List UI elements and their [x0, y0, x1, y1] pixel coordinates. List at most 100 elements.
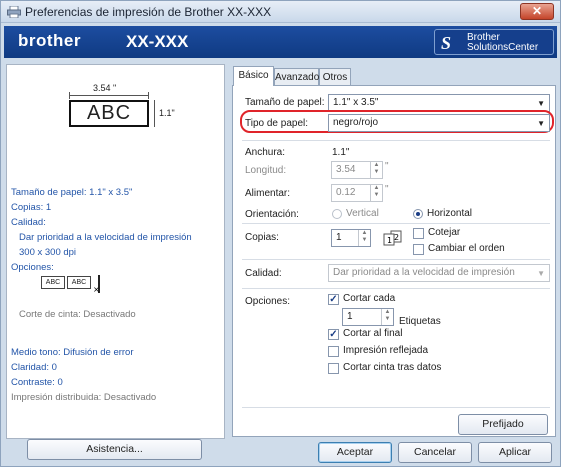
tab-basico[interactable]: Básico — [233, 66, 274, 86]
spin-arrows-icon: ▲ ▼ — [381, 309, 393, 325]
separator — [242, 288, 550, 289]
apply-button[interactable]: Aplicar — [478, 442, 552, 463]
paper-type-label: Tipo de papel: — [245, 118, 309, 129]
preview-width-dimension: 3.54 " — [93, 83, 117, 93]
summary-distributed: Impresión distribuida: Desactivado — [11, 392, 157, 403]
check-icon: ✓ — [329, 329, 338, 340]
orientation-horizontal-radio[interactable] — [413, 209, 423, 219]
brand-logo: brother — [18, 31, 81, 50]
paper-size-value: 1.1" x 3.5" — [333, 97, 379, 108]
printer-icon — [7, 6, 21, 18]
separator — [242, 407, 550, 408]
tab-otros[interactable]: Otros — [319, 68, 351, 86]
cut-every-value: 1 — [347, 311, 353, 322]
brother-banner: brother XX-XXX S Brother SolutionsCenter — [4, 26, 557, 58]
reverse-order-checkbox[interactable] — [413, 244, 424, 255]
copies-label: Copias: — [245, 232, 279, 243]
summary-quality-heading: Calidad: — [11, 217, 46, 228]
print-preferences-window: Preferencias de impresión de Brother XX-… — [0, 0, 561, 467]
separator — [242, 140, 550, 141]
cancel-button[interactable]: Cancelar — [398, 442, 472, 463]
preview-height-line — [154, 100, 155, 127]
cut-tape-after-data-label: Cortar cinta tras datos — [343, 362, 442, 373]
feed-unit: " — [385, 184, 389, 195]
ok-button[interactable]: Aceptar — [318, 442, 392, 463]
collate-pages-icon: 2 1 — [383, 230, 402, 246]
feed-spinner[interactable]: 0.12 ▲ ▼ — [331, 184, 383, 202]
summary-halftone: Medio tono: Difusión de error — [11, 347, 134, 358]
cut-every-spinner[interactable]: 1 ▲ ▼ — [342, 308, 394, 326]
summary-resolution: 300 x 300 dpi — [19, 247, 77, 258]
separator — [242, 223, 550, 224]
reverse-order-label: Cambiar el orden — [428, 243, 505, 254]
quality-select[interactable]: Dar prioridad a la velocidad de impresió… — [328, 264, 550, 282]
collate-checkbox[interactable] — [413, 228, 424, 239]
dropdown-arrow-icon: ▼ — [537, 269, 545, 278]
collate-label: Cotejar — [428, 227, 461, 238]
tab-avanzado[interactable]: Avanzado — [274, 68, 319, 86]
width-label: Anchura: — [245, 147, 286, 158]
copies-value: 1 — [336, 232, 342, 243]
mini-label-left: ABC — [41, 276, 65, 289]
mini-label-right: ABC — [67, 276, 91, 289]
spin-arrows-icon: ▲ ▼ — [358, 230, 370, 246]
orientation-vertical-radio[interactable] — [332, 209, 342, 219]
quality-value: Dar prioridad a la velocidad de impresió… — [333, 267, 515, 278]
summary-options-heading: Opciones: — [11, 262, 54, 273]
scissors-cut-icon: × — [93, 275, 100, 293]
paper-type-value: negro/rojo — [333, 117, 379, 128]
length-spinner[interactable]: 3.54 ▲ ▼ — [331, 161, 383, 179]
orientation-horizontal-label: Horizontal — [427, 208, 473, 219]
spin-arrows-icon: ▲ ▼ — [370, 185, 382, 201]
cut-every-label: Cortar cada — [343, 293, 396, 304]
close-icon[interactable]: ✕ — [520, 3, 554, 20]
dropdown-arrow-icon: ▼ — [537, 119, 545, 128]
solutions-center-line2: SolutionsCenter — [467, 42, 539, 53]
label-preview: ABC — [69, 100, 149, 127]
orientation-vertical-label: Vertical — [346, 208, 379, 219]
cut-tape-after-data-checkbox[interactable] — [328, 363, 339, 374]
svg-text:×: × — [93, 285, 100, 293]
title-bar: Preferencias de impresión de Brother XX-… — [1, 1, 560, 23]
quality-label: Calidad: — [245, 268, 282, 279]
check-icon: ✓ — [329, 294, 338, 305]
assistance-button[interactable]: Asistencia... — [27, 439, 202, 460]
solutions-center-logo: S — [441, 33, 452, 53]
model-name: XX-XXX — [126, 32, 189, 51]
preview-width-line — [69, 92, 149, 99]
solutions-center-button[interactable]: S Brother SolutionsCenter — [434, 29, 554, 55]
preview-height-dimension: 1.1" — [159, 108, 175, 118]
feed-value: 0.12 — [336, 187, 356, 198]
summary-quality-value: Dar prioridad a la velocidad de impresió… — [19, 232, 192, 243]
length-unit: " — [385, 161, 389, 172]
mirror-print-checkbox[interactable] — [328, 346, 339, 357]
svg-text:1: 1 — [387, 236, 392, 245]
summary-tape-cut: Corte de cinta: Desactivado — [19, 309, 136, 320]
basic-settings-panel — [232, 85, 556, 437]
summary-contrast: Contraste: 0 — [11, 377, 63, 388]
labels-unit-label: Etiquetas — [399, 316, 441, 327]
feed-label: Alimentar: — [245, 188, 291, 199]
spin-arrows-icon: ▲ ▼ — [370, 162, 382, 178]
default-settings-button[interactable]: Prefijado — [458, 414, 548, 435]
settings-summary-panel: 3.54 " ABC 1.1" Tamaño de papel: 1.1" x … — [6, 64, 225, 439]
width-value: 1.1" — [332, 147, 350, 158]
summary-brightness: Claridad: 0 — [11, 362, 57, 373]
orientation-label: Orientación: — [245, 209, 299, 220]
mirror-print-label: Impresión reflejada — [343, 345, 429, 356]
copies-spinner[interactable]: 1 ▲ ▼ — [331, 229, 371, 247]
summary-copies: Copias: 1 — [11, 202, 52, 213]
cut-at-end-label: Cortar al final — [343, 328, 403, 339]
cut-options-icon: ABC ABC × — [41, 275, 103, 293]
cut-at-end-checkbox[interactable]: ✓ — [328, 329, 339, 340]
summary-paper-size: Tamaño de papel: 1.1" x 3.5" — [11, 187, 133, 198]
cut-every-checkbox[interactable]: ✓ — [328, 294, 339, 305]
length-label: Longitud: — [245, 165, 287, 176]
svg-text:2: 2 — [394, 233, 399, 242]
length-value: 3.54 — [336, 164, 356, 175]
separator — [242, 259, 550, 260]
window-title: Preferencias de impresión de Brother XX-… — [25, 5, 272, 19]
options-label: Opciones: — [245, 296, 291, 307]
paper-size-label: Tamaño de papel: — [245, 97, 325, 108]
paper-type-select[interactable]: negro/rojo ▼ — [328, 114, 550, 132]
